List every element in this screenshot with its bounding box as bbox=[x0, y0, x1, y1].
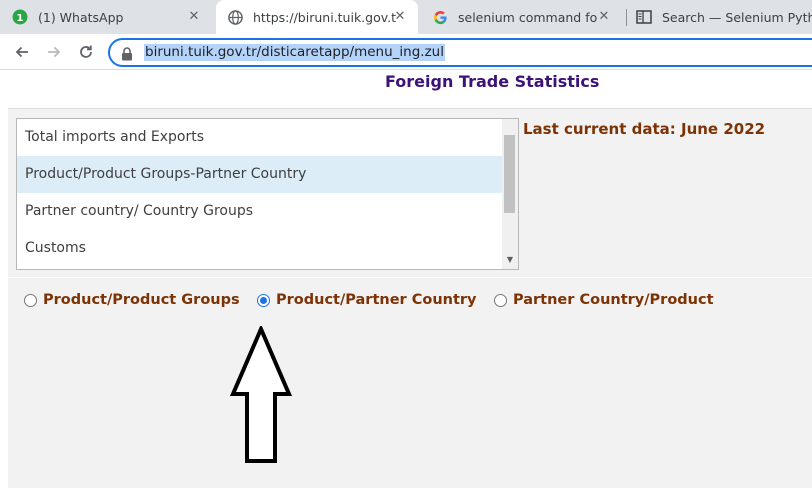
back-button[interactable] bbox=[8, 38, 36, 66]
list-item[interactable]: Partner country/ Country Groups bbox=[17, 193, 503, 230]
tab-whatsapp[interactable]: 1 (1) WhatsApp ✕ bbox=[12, 0, 212, 34]
scroll-down-icon[interactable]: ▼ bbox=[502, 253, 518, 267]
whatsapp-badge-icon: 1 bbox=[12, 9, 28, 25]
browser-toolbar: biruni.tuik.gov.tr/disticaretapp/menu_in… bbox=[0, 34, 812, 70]
list-item[interactable]: Customs bbox=[17, 230, 503, 267]
tab-biruni[interactable]: https://biruni.tuik.gov.tr/disticaretapp… bbox=[216, 0, 418, 34]
tab-strip: 1 (1) WhatsApp ✕ https://biruni.tuik.gov… bbox=[0, 0, 812, 34]
scrollbar-thumb[interactable] bbox=[504, 135, 515, 213]
category-listbox[interactable]: Total imports and Exports Product/Produc… bbox=[16, 118, 519, 270]
list-item-selected[interactable]: Product/Product Groups-Partner Country bbox=[17, 156, 503, 193]
selection-panel: Total imports and Exports Product/Produc… bbox=[8, 108, 812, 318]
page-title: Foreign Trade Statistics bbox=[385, 72, 600, 91]
forward-button[interactable] bbox=[40, 38, 68, 66]
radio-product-groups[interactable]: Product/Product Groups bbox=[24, 292, 240, 308]
close-tab-icon[interactable]: ✕ bbox=[392, 9, 408, 25]
content-area bbox=[8, 318, 812, 488]
back-arrow-icon bbox=[15, 46, 28, 58]
radio-product-partner-country[interactable]: Product/Partner Country bbox=[257, 292, 477, 308]
lock-icon[interactable] bbox=[121, 46, 133, 65]
list-item[interactable]: Total imports and Exports bbox=[17, 119, 503, 156]
radio-label: Product/Partner Country bbox=[276, 292, 477, 308]
page-content: Foreign Trade Statistics Total imports a… bbox=[0, 70, 812, 488]
globe-icon bbox=[227, 9, 243, 25]
url-text[interactable]: biruni.tuik.gov.tr/disticaretapp/menu_in… bbox=[144, 44, 445, 61]
reader-icon bbox=[636, 9, 652, 25]
reload-button[interactable] bbox=[72, 38, 100, 66]
listbox-scrollbar[interactable]: ▼ bbox=[502, 119, 518, 269]
radio-button-checked[interactable] bbox=[257, 293, 270, 307]
tab-title: selenium command for list bbox=[458, 9, 598, 25]
address-bar[interactable]: biruni.tuik.gov.tr/disticaretapp/menu_in… bbox=[108, 38, 812, 67]
radio-button[interactable] bbox=[24, 293, 37, 307]
svg-text:1: 1 bbox=[17, 13, 24, 24]
forward-arrow-icon bbox=[48, 46, 61, 58]
radio-partner-country-product[interactable]: Partner Country/Product bbox=[494, 292, 714, 308]
reload-icon bbox=[80, 45, 92, 58]
tab-title: (1) WhatsApp bbox=[38, 9, 124, 25]
report-type-radio-group: Product/Product Groups Product/Partner C… bbox=[8, 277, 812, 319]
radio-label: Product/Product Groups bbox=[43, 292, 240, 308]
tab-google-search[interactable]: selenium command for list ✕ bbox=[432, 0, 622, 34]
tab-title: Search — Selenium Python bbox=[662, 9, 812, 25]
close-tab-icon[interactable]: ✕ bbox=[596, 9, 612, 25]
tab-selenium-python[interactable]: Search — Selenium Python bbox=[636, 0, 812, 34]
google-icon bbox=[432, 9, 448, 25]
close-tab-icon[interactable]: ✕ bbox=[186, 9, 202, 25]
radio-label: Partner Country/Product bbox=[513, 292, 714, 308]
tab-title: https://biruni.tuik.gov.tr/disticaretapp… bbox=[253, 9, 396, 25]
radio-button[interactable] bbox=[494, 293, 507, 307]
tab-separator bbox=[626, 9, 627, 26]
up-arrow-annotation-icon bbox=[230, 326, 292, 463]
last-data-label: Last current data: June 2022 bbox=[523, 120, 766, 138]
